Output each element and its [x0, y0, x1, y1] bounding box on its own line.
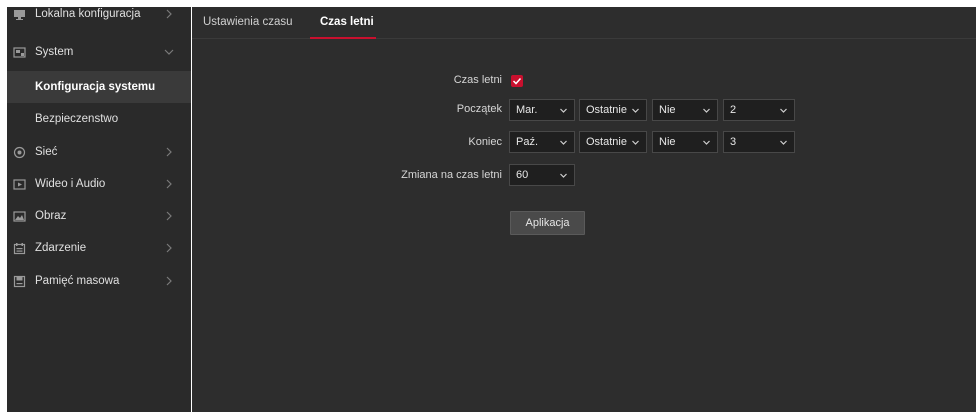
- chevron-down-icon: [632, 140, 639, 145]
- sidebar: Lokalna konfiguracja System Konfiguracja…: [7, 7, 191, 412]
- dst-label: Czas letni: [453, 74, 502, 86]
- shift-label: Zmiana na czas letni: [401, 169, 502, 181]
- start-month-value: Mar.: [516, 104, 538, 116]
- chevron-down-icon: [560, 140, 567, 145]
- sidebar-item-label: Pamięć masowa: [35, 275, 120, 287]
- sidebar-item-label: Konfiguracja systemu: [35, 81, 156, 93]
- start-label: Początek: [456, 103, 502, 115]
- checkmark-icon: [512, 77, 522, 85]
- shift-select[interactable]: 60: [509, 164, 575, 186]
- chevron-down-icon: [703, 108, 710, 113]
- apply-button[interactable]: Aplikacja: [510, 211, 585, 235]
- end-hour-value: 3: [730, 136, 737, 148]
- sidebar-item-label: Wideo i Audio: [35, 178, 106, 190]
- sidebar-item-label: Obraz: [35, 210, 67, 222]
- network-icon: [13, 146, 26, 159]
- tab-time-settings[interactable]: Ustawienia czasu: [203, 7, 292, 39]
- start-week-select[interactable]: Ostatnie: [579, 99, 647, 121]
- dst-checkbox[interactable]: [511, 75, 523, 87]
- chevron-down-icon: [780, 108, 787, 113]
- chevron-down-icon: [780, 140, 787, 145]
- sidebar-item-video-audio[interactable]: Wideo i Audio: [7, 168, 191, 200]
- chevron-right-icon: [166, 243, 172, 253]
- system-icon: [13, 46, 26, 59]
- end-month-select[interactable]: Paź.: [509, 131, 575, 153]
- end-week-value: Ostatnie: [586, 136, 627, 148]
- active-tab-indicator: [310, 37, 376, 39]
- start-day-value: Nie: [659, 104, 676, 116]
- chevron-right-icon: [166, 276, 172, 286]
- chevron-right-icon: [166, 179, 172, 189]
- sidebar-item-system[interactable]: System: [7, 36, 191, 68]
- end-hour-select[interactable]: 3: [723, 131, 795, 153]
- shift-value: 60: [516, 169, 529, 181]
- sidebar-item-system-config[interactable]: Konfiguracja systemu: [7, 71, 191, 103]
- chevron-right-icon: [166, 211, 172, 221]
- chevron-right-icon: [166, 147, 172, 157]
- chevron-right-icon: [166, 9, 172, 19]
- start-hour-value: 2: [730, 104, 737, 116]
- main-panel: Ustawienia czasu Czas letni Czas letni P…: [192, 7, 976, 412]
- video-icon: [13, 178, 26, 191]
- storage-icon: [13, 275, 26, 288]
- sidebar-item-label: Bezpieczenstwo: [35, 113, 119, 125]
- sidebar-item-event[interactable]: Zdarzenie: [7, 232, 191, 264]
- end-month-value: Paź.: [516, 136, 539, 148]
- chevron-down-icon: [560, 108, 567, 113]
- monitor-icon: [13, 8, 26, 21]
- sidebar-item-security[interactable]: Bezpieczenstwo: [7, 103, 191, 135]
- start-hour-select[interactable]: 2: [723, 99, 795, 121]
- chevron-down-icon: [703, 140, 710, 145]
- end-day-value: Nie: [659, 136, 676, 148]
- image-icon: [13, 210, 26, 223]
- event-icon: [13, 242, 26, 255]
- end-label: Koniec: [468, 136, 502, 148]
- chevron-down-icon: [632, 108, 639, 113]
- start-day-select[interactable]: Nie: [652, 99, 718, 121]
- start-week-value: Ostatnie: [586, 104, 627, 116]
- sidebar-item-label: Sieć: [35, 146, 58, 158]
- sidebar-item-network[interactable]: Sieć: [7, 136, 191, 168]
- sidebar-item-local-config[interactable]: Lokalna konfiguracja: [7, 0, 191, 30]
- chevron-down-icon: [164, 49, 174, 55]
- tab-daylight-saving[interactable]: Czas letni: [320, 7, 374, 39]
- end-week-select[interactable]: Ostatnie: [579, 131, 647, 153]
- chevron-down-icon: [560, 173, 567, 178]
- tab-bar: Ustawienia czasu Czas letni: [192, 7, 976, 39]
- sidebar-item-image[interactable]: Obraz: [7, 200, 191, 232]
- end-day-select[interactable]: Nie: [652, 131, 718, 153]
- start-month-select[interactable]: Mar.: [509, 99, 575, 121]
- sidebar-item-label: System: [35, 46, 74, 58]
- sidebar-item-label: Zdarzenie: [35, 242, 87, 254]
- sidebar-item-storage[interactable]: Pamięć masowa: [7, 265, 191, 297]
- sidebar-item-label: Lokalna konfiguracja: [35, 8, 141, 20]
